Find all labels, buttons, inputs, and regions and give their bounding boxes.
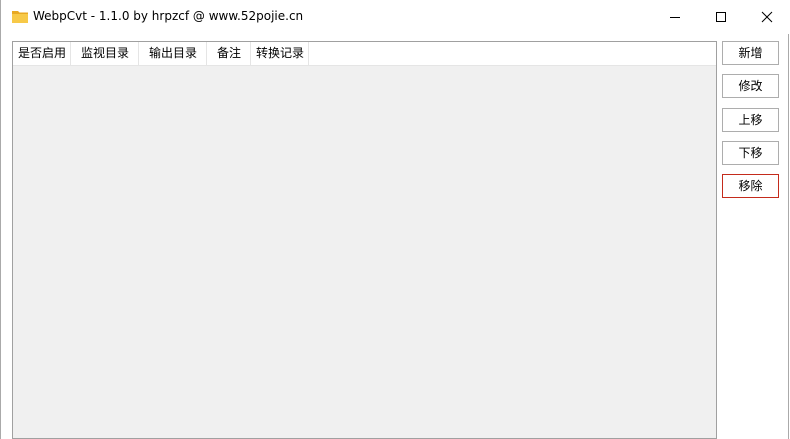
minimize-icon: [670, 17, 680, 18]
title-bar[interactable]: WebpCvt - 1.1.0 by hrpzcf @ www.52pojie.…: [1, 0, 789, 34]
column-header-conversion-log[interactable]: 转换记录: [251, 42, 309, 65]
folder-icon: [12, 11, 28, 23]
app-window: WebpCvt - 1.1.0 by hrpzcf @ www.52pojie.…: [0, 0, 789, 439]
edit-button[interactable]: 修改: [722, 74, 779, 98]
column-header-enabled[interactable]: 是否启用: [13, 42, 71, 65]
maximize-icon: [716, 12, 726, 22]
close-button[interactable]: [744, 0, 790, 34]
move-down-button[interactable]: 下移: [722, 141, 779, 165]
remove-button[interactable]: 移除: [722, 174, 779, 198]
watch-list-table[interactable]: 是否启用 监视目录 输出目录 备注 转换记录: [12, 41, 717, 439]
add-button[interactable]: 新增: [722, 41, 779, 65]
window-title: WebpCvt - 1.1.0 by hrpzcf @ www.52pojie.…: [33, 9, 304, 23]
table-header: 是否启用 监视目录 输出目录 备注 转换记录: [13, 42, 716, 66]
minimize-button[interactable]: [652, 0, 698, 34]
column-header-note[interactable]: 备注: [207, 42, 251, 65]
maximize-button[interactable]: [698, 0, 744, 34]
close-icon: [761, 11, 773, 23]
column-header-output-dir[interactable]: 输出目录: [139, 42, 207, 65]
move-up-button[interactable]: 上移: [722, 108, 779, 132]
column-header-watch-dir[interactable]: 监视目录: [71, 42, 139, 65]
